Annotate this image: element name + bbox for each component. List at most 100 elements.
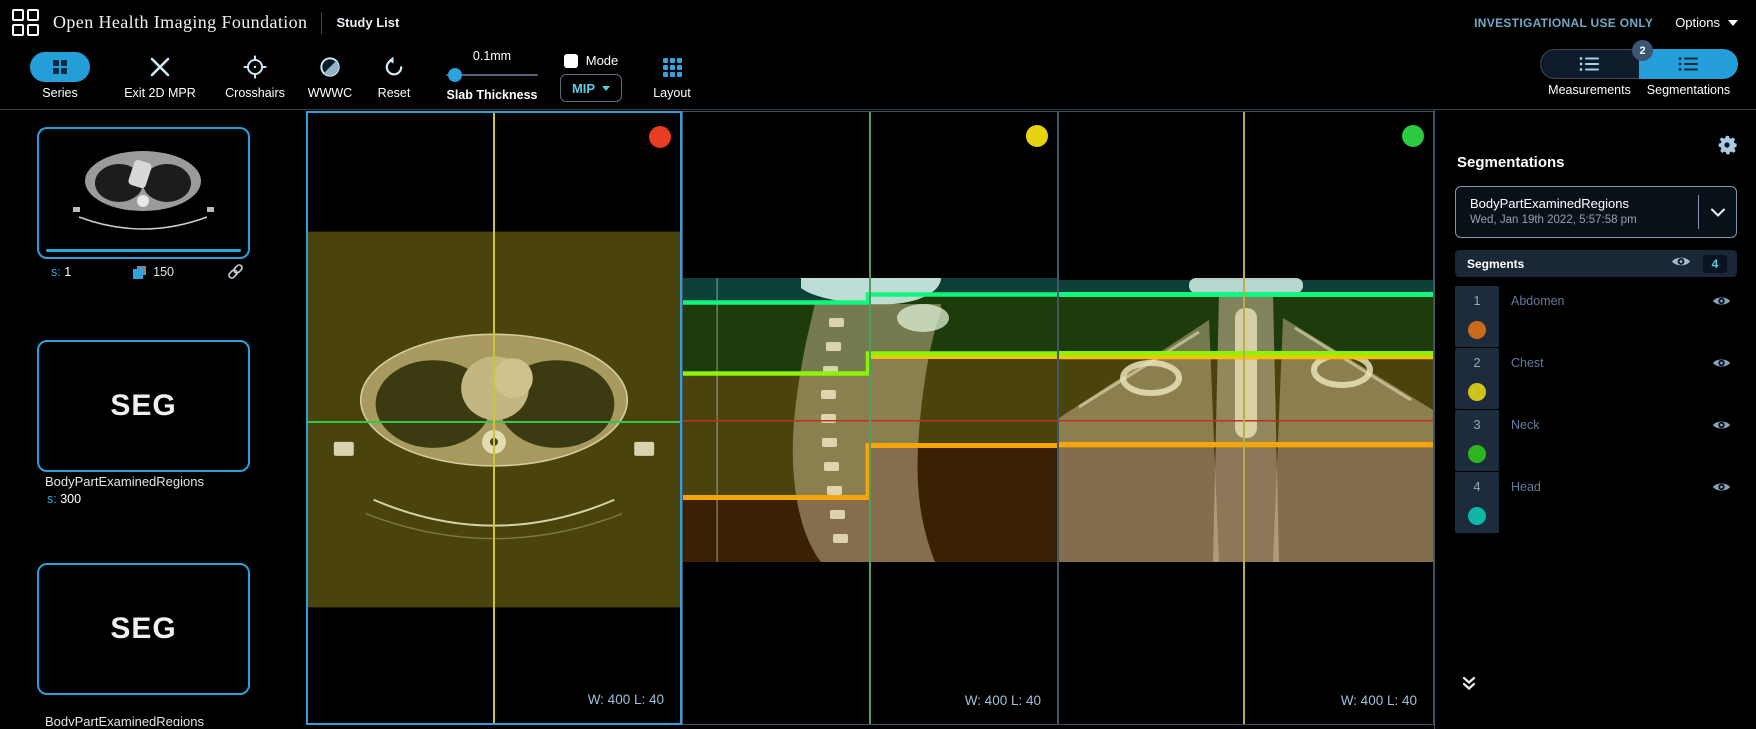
mip-selected-value: MIP [571, 80, 596, 96]
segment-color-swatch[interactable] [1468, 507, 1486, 525]
viewport-coronal[interactable]: W: 400 L: 40 [1058, 111, 1434, 725]
exit-2d-mpr-button[interactable]: Exit 2D MPR [116, 51, 204, 100]
coronal-ct-scene [1059, 112, 1433, 724]
chevron-down-icon [1710, 208, 1725, 217]
app-header: Open Health Imaging Foundation Study Lis… [0, 0, 1756, 110]
segment-visibility-toggle[interactable] [1712, 356, 1731, 409]
reset-label: Reset [377, 86, 411, 100]
layout-grid-icon [662, 51, 682, 83]
layout-label: Layout [653, 86, 691, 100]
segment-number: 4 [1473, 479, 1481, 494]
segment-index-cell: 1 [1455, 286, 1499, 347]
sagittal-orientation-marker [1026, 125, 1048, 147]
segment-row-neck[interactable]: 3 Neck [1455, 410, 1737, 471]
crosshairs-button[interactable]: Crosshairs [216, 51, 294, 100]
study-browser-panel: s: 1 150 SEG BodyPartExaminedRegions s: … [0, 110, 306, 729]
series-grid-icon [53, 60, 67, 74]
segment-label: Abdomen [1511, 294, 1565, 308]
mip-dropdown[interactable]: MIP [560, 74, 622, 102]
exit-2d-mpr-label: Exit 2D MPR [124, 86, 196, 100]
caret-down-icon [602, 85, 611, 91]
options-menu-button[interactable]: Options [1675, 15, 1738, 30]
mode-label: Mode [585, 53, 619, 68]
slab-thickness-value: 0.1mm [472, 49, 512, 63]
double-chevron-down-icon [1462, 676, 1476, 690]
list-icon [1678, 57, 1698, 71]
series-active-pill [30, 52, 90, 82]
app-title: Open Health Imaging Foundation [53, 12, 308, 32]
crosshairs-label: Crosshairs [225, 86, 285, 100]
ct-axial-thumbnail-image [73, 151, 214, 230]
measurements-toggle-label: Measurements [1548, 83, 1631, 97]
thumbnail-seg-series-2[interactable]: SEG [37, 563, 250, 695]
main-content: s: 1 150 SEG BodyPartExaminedRegions s: … [0, 110, 1756, 729]
header-divider [321, 11, 323, 34]
segment-row-head[interactable]: 4 Head [1455, 472, 1737, 533]
segmentation-settings-button[interactable] [1714, 132, 1740, 163]
axial-ct-scene [308, 113, 680, 723]
ohif-viewer-window: Open Health Imaging Foundation Study Lis… [0, 0, 1756, 729]
thumbnail-ct-series[interactable] [37, 127, 250, 259]
viewport-sagittal[interactable]: W: 400 L: 40 [682, 111, 1058, 725]
layout-button[interactable]: Layout [644, 51, 700, 100]
collapse-panel-button[interactable] [1461, 676, 1477, 697]
sagittal-ct-scene [683, 112, 1057, 724]
series-button[interactable]: Series [22, 51, 98, 100]
segmentation-panel: Segmentations BodyPartExaminedRegions We… [1434, 110, 1756, 729]
segment-visibility-toggle[interactable] [1712, 294, 1731, 347]
segmentations-panel-toggle[interactable] [1639, 49, 1738, 79]
segment-color-swatch[interactable] [1468, 321, 1486, 339]
wwwc-button[interactable]: WWWC [300, 51, 360, 100]
segment-row-abdomen[interactable]: 1 Abdomen [1455, 286, 1737, 347]
x-close-icon [148, 51, 172, 83]
eye-icon [1712, 483, 1731, 491]
segmentations-toggle-label: Segmentations [1646, 83, 1731, 97]
eye-icon [1672, 257, 1690, 265]
right-panel-toggles: 2 Measurements Segmentations [1540, 40, 1740, 97]
viewport-grid: W: 400 L: 40 W: 400 L: 40 W: 400 L: 40 [306, 110, 1434, 729]
slider-thumb[interactable] [448, 68, 462, 82]
top-bar: Open Health Imaging Foundation Study Lis… [0, 0, 1756, 45]
crosshairs-icon [242, 51, 268, 83]
reset-button[interactable]: Reset [368, 51, 420, 100]
axial-orientation-marker [649, 126, 671, 148]
link-icon[interactable] [227, 263, 244, 280]
segment-label: Neck [1511, 418, 1540, 432]
window-level-overlay: W: 400 L: 40 [964, 693, 1041, 708]
viewport-axial[interactable]: W: 400 L: 40 [306, 111, 682, 725]
gear-icon [1718, 135, 1738, 155]
segmentation-select-dropdown[interactable]: BodyPartExaminedRegions Wed, Jan 19th 20… [1455, 186, 1737, 238]
segment-visibility-toggle[interactable] [1712, 418, 1731, 471]
thumbnail-progress-bar [46, 249, 241, 252]
series-number-label: s: 1 [51, 264, 72, 279]
segmentation-panel-title: Segmentations [1457, 154, 1565, 171]
window-level-overlay: W: 400 L: 40 [1340, 693, 1417, 708]
thumbnail-info-row: s: 1 150 [37, 263, 250, 280]
slab-thickness-slider[interactable] [446, 68, 538, 82]
segment-index-cell: 2 [1455, 348, 1499, 409]
segment-index-cell: 4 [1455, 472, 1499, 533]
caret-down-icon [1728, 19, 1738, 26]
segment-visibility-toggle[interactable] [1712, 480, 1731, 533]
slab-thickness-label: Slab Thickness [446, 88, 538, 102]
segment-number: 3 [1473, 417, 1481, 432]
segments-count: 4 [1703, 254, 1727, 273]
segment-row-chest[interactable]: 2 Chest [1455, 348, 1737, 409]
segments-header-label: Segments [1467, 256, 1525, 271]
segment-color-swatch[interactable] [1468, 445, 1486, 463]
toggle-all-segments-visibility[interactable] [1671, 255, 1691, 273]
mode-checkbox[interactable] [563, 53, 578, 68]
thumbnail-seg-series[interactable]: SEG [37, 340, 250, 472]
eye-icon [1712, 359, 1731, 367]
window-level-overlay: W: 400 L: 40 [587, 692, 664, 707]
segment-color-swatch[interactable] [1468, 383, 1486, 401]
series-label: Series [42, 86, 78, 100]
segments-header: Segments 4 [1455, 250, 1737, 277]
segment-label: Head [1511, 480, 1541, 494]
nav-study-list[interactable]: Study List [336, 15, 399, 30]
eye-icon [1712, 297, 1731, 305]
measurements-panel-toggle[interactable] [1540, 49, 1639, 79]
options-label: Options [1675, 15, 1720, 30]
slab-thickness-control: 0.1mm Slab Thickness [434, 45, 550, 102]
ohif-logo-icon[interactable] [12, 9, 39, 36]
